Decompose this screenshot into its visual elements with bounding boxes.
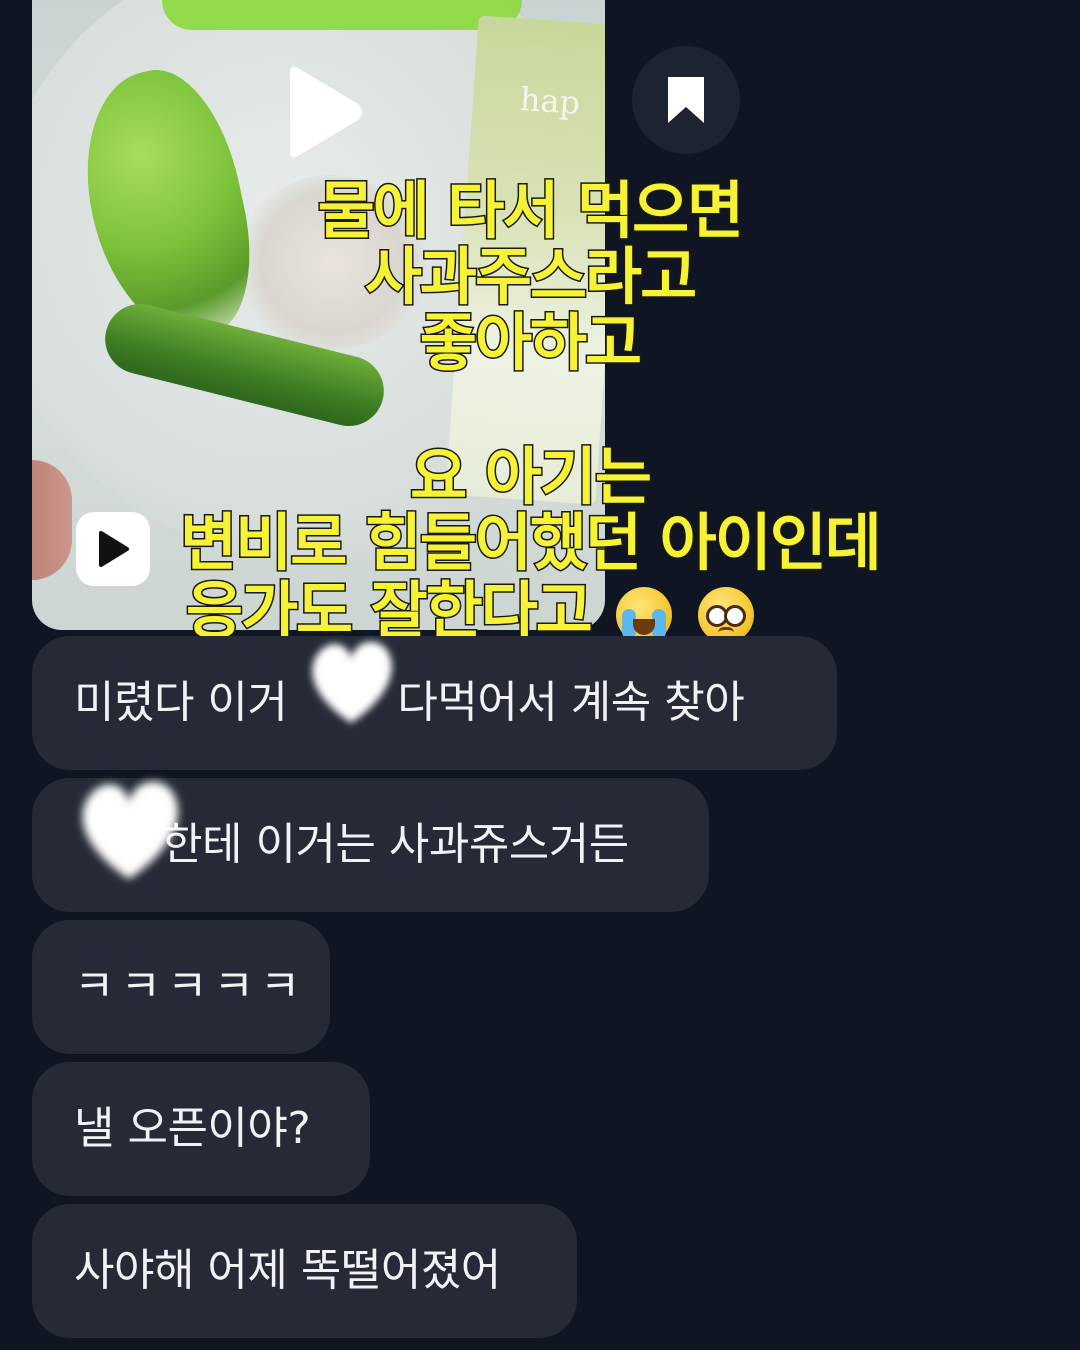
product-brand-text: hap: [518, 79, 582, 123]
loudly-crying-face-icon: [616, 586, 673, 643]
message-text-1a: 미렸다 이거: [74, 677, 288, 728]
message-text-5: 사야해 어제 똑떨어졌어: [74, 1245, 501, 1296]
message-bubble-5[interactable]: 사야해 어제 똑떨어졌어: [32, 1204, 577, 1338]
heart-sticker-icon: [312, 641, 392, 723]
caption-line-2: 사과주스라고: [363, 240, 698, 313]
red-fruit-image: [32, 460, 72, 580]
bookmark-icon[interactable]: [632, 46, 740, 154]
message-bubble-1[interactable]: 미렸다 이거 다먹어서 계속 찾아: [32, 636, 837, 770]
caption-line-3: 좋아하고: [418, 306, 643, 379]
video-top-banner: [162, 0, 522, 30]
caption-line-1: 물에 타서 먹으면: [316, 174, 745, 247]
message-text-2: 한테 이거는 사과쥬스거든: [162, 819, 629, 870]
pleading-face-icon: [698, 586, 755, 643]
message-text-3: ㅋㅋㅋㅋㅋ: [74, 961, 307, 1012]
heart-sticker-icon: [82, 781, 178, 880]
caption-line-7: 응가도 잘한다고: [60, 576, 880, 645]
play-icon[interactable]: [268, 62, 368, 162]
message-text-4: 낼 오픈이야?: [74, 1103, 311, 1154]
message-bubble-3[interactable]: ㅋㅋㅋㅋㅋ: [32, 920, 330, 1054]
message-text-1b: 다먹어서 계속 찾아: [397, 677, 745, 728]
caption-line-5: 요 아기는: [409, 440, 654, 513]
caption-line-6: 변비로 힘들어했던 아이인데: [179, 506, 884, 579]
message-bubble-4[interactable]: 낼 오픈이야?: [32, 1062, 370, 1196]
